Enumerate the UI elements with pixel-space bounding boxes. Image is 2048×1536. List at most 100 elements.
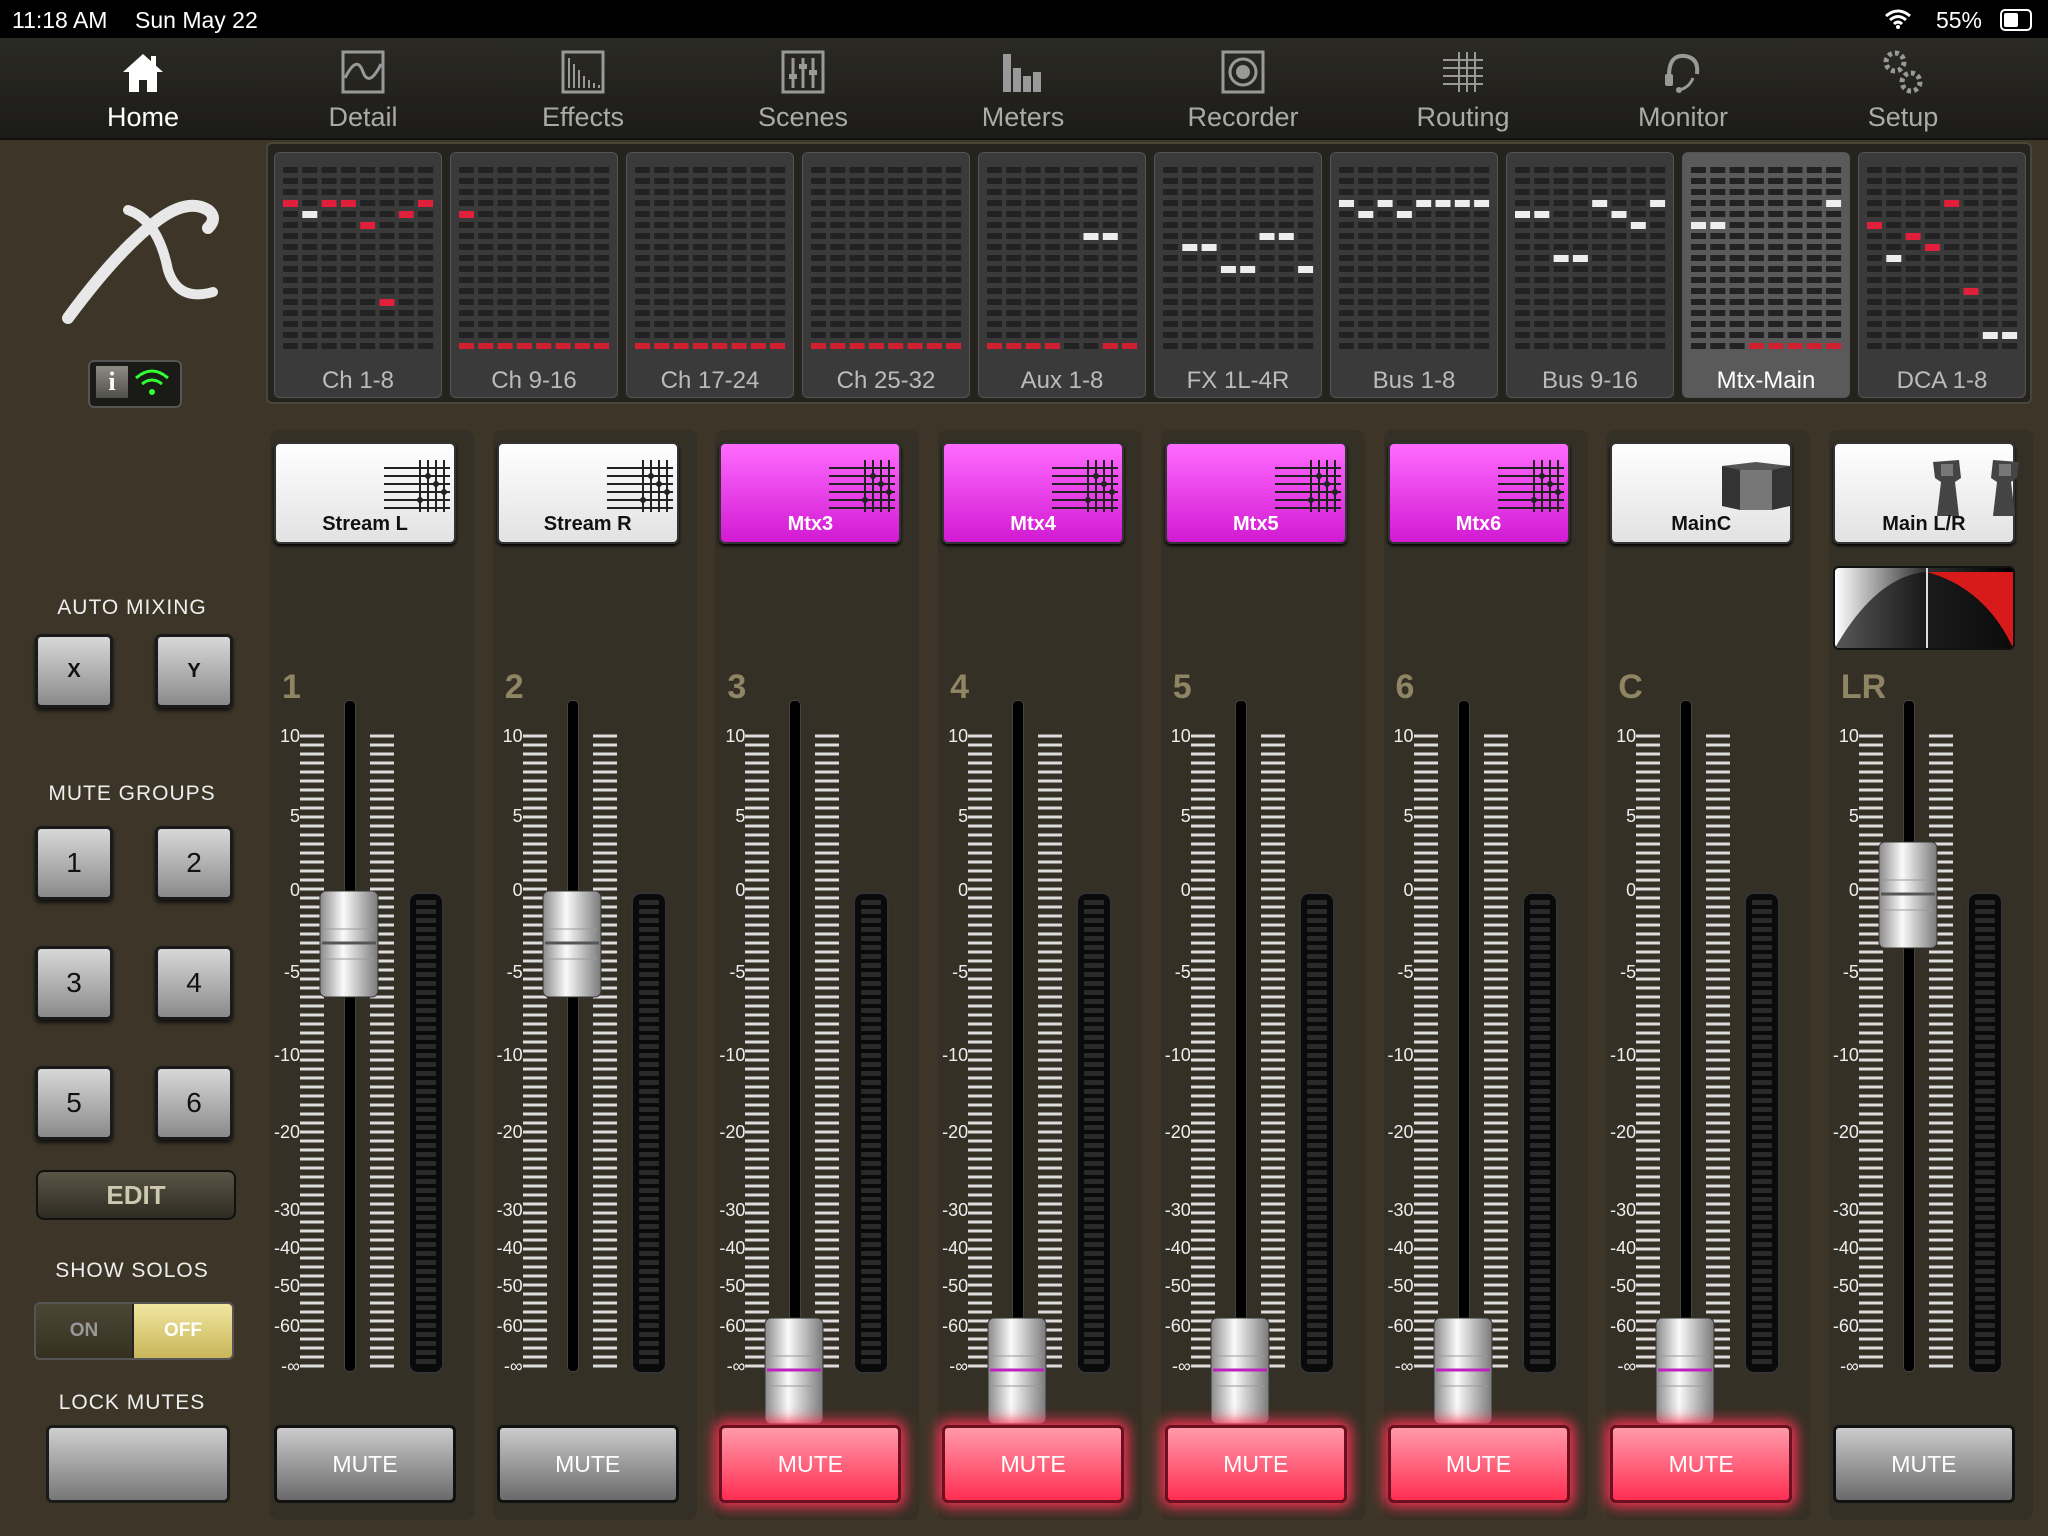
tab-effects[interactable]: Effects [483,38,683,138]
tab-detail[interactable]: Detail [263,38,463,138]
bank-mtx-main[interactable]: Mtx-Main [1682,152,1850,398]
scale-label: -50 [1164,1276,1191,1296]
fader-knob[interactable] [1654,1316,1716,1426]
bank-dca-1-8[interactable]: DCA 1-8 [1858,152,2026,398]
mute-button[interactable]: MUTE [942,1425,1125,1503]
scale-label: 0 [289,880,300,900]
tab-meters[interactable]: Meters [923,38,1123,138]
scale-label: -30 [1164,1200,1191,1220]
level-meter [853,892,890,1374]
meter-segments [416,900,436,1364]
mute-group-5-button[interactable]: 5 [35,1066,113,1140]
channel-select-button[interactable]: Mtx5 [1164,442,1347,544]
scale-label: -50 [1610,1276,1637,1296]
meters-icon [1003,54,1041,92]
wifi-icon [1885,9,1911,29]
mute-group-1-button[interactable]: 1 [35,826,113,900]
show-solos-on[interactable]: ON [36,1304,132,1358]
mute-group-2-button[interactable]: 2 [155,826,233,900]
automix-x-button[interactable]: X [35,634,113,708]
tab-scenes[interactable]: Scenes [703,38,903,138]
channel-number: 2 [504,668,524,706]
channel-select-button[interactable]: Mtx4 [942,442,1125,544]
channel-strip-lr: Main L/R LR 10 5 0 -5 -10 -20 -30 -40 -50 -60 -∞ MUTE [1827,430,2037,1520]
channel-name: Mtx6 [1455,513,1502,535]
scale-label: 0 [1180,880,1191,900]
bank-ch-1-8[interactable]: Ch 1-8 [274,152,442,398]
wifi-status-icon [135,369,169,395]
tab-monitor[interactable]: Monitor [1583,38,1783,138]
mute-group-3-button[interactable]: 3 [35,946,113,1020]
scale-label: -50 [273,1276,300,1296]
bank-label: Bus 9-16 [1541,367,1639,394]
channel-select-button[interactable]: Stream L [274,442,456,544]
scale-label: 5 [289,806,300,826]
scale-label: -60 [496,1316,523,1336]
mute-group-6-button[interactable]: 6 [155,1066,233,1140]
fader-knob[interactable] [318,889,380,999]
fader-knob[interactable] [541,889,603,999]
automix-y-button[interactable]: Y [155,634,233,708]
channel-select-button[interactable]: Main L/R [1832,442,2019,544]
channel-select-button[interactable]: Mtx6 [1387,442,1570,544]
mute-button[interactable]: MUTE [1387,1425,1570,1503]
scale-label: -∞ [1171,1356,1191,1376]
scale-label: -50 [496,1276,523,1296]
scale-label: 5 [1403,806,1414,826]
bank-ch-25-32[interactable]: Ch 25-32 [802,152,970,398]
bank-ch-17-24[interactable]: Ch 17-24 [626,152,794,398]
scale-label: 0 [1626,880,1637,900]
fader-knob[interactable] [763,1316,825,1426]
fader-knob[interactable] [1877,840,1939,950]
bank-aux-1-8[interactable]: Aux 1-8 [978,152,1146,398]
channel-name: Main L/R [1882,513,1966,535]
level-meter [408,892,444,1374]
bank-bus-1-8[interactable]: Bus 1-8 [1330,152,1498,398]
mute-button[interactable]: MUTE [274,1425,456,1503]
scale-label: -10 [1832,1045,1859,1065]
show-solos-off[interactable]: OFF [134,1304,232,1358]
tab-recorder[interactable]: Recorder [1143,38,1343,138]
fader-knob[interactable] [1432,1316,1494,1426]
tab-setup[interactable]: Setup [1803,38,2003,138]
show-solos-toggle[interactable]: ON OFF [34,1302,234,1360]
scale-label: -20 [273,1122,300,1142]
mute-button[interactable]: MUTE [1832,1425,2015,1503]
tab-home[interactable]: Home [43,38,243,138]
scale-label: -10 [942,1045,969,1065]
bank-label: FX 1L-4R [1186,367,1290,394]
channel-select-button[interactable]: Mtx3 [719,442,902,544]
scale-label: -30 [942,1200,969,1220]
mute-button[interactable]: MUTE [496,1425,679,1503]
scale-label: -40 [1610,1238,1637,1258]
scale-label: 5 [1848,806,1859,826]
tab-routing[interactable]: Routing [1363,38,1563,138]
scale-label: 10 [725,726,746,746]
scale-label: -10 [1164,1045,1191,1065]
routing-grid-icon [606,460,673,512]
routing-icon [1443,52,1483,92]
bank-ch-9-16[interactable]: Ch 9-16 [450,152,618,398]
bank-fx-1l-4r[interactable]: FX 1L-4R [1154,152,1322,398]
mute-group-4-button[interactable]: 4 [155,946,233,1020]
channel-select-button[interactable]: Stream R [496,442,679,544]
meter-segments [1752,900,1773,1364]
scale-label: -40 [496,1238,523,1258]
bank-bus-9-16[interactable]: Bus 9-16 [1506,152,1674,398]
mute-button[interactable]: MUTE [1610,1425,1793,1503]
info-wifi-button[interactable]: i [88,360,182,408]
channel-number: 4 [950,668,970,706]
bank-meter-graphic [1691,167,1842,349]
channel-number: 6 [1395,668,1415,706]
pan-balance-control[interactable] [1832,566,2015,650]
channel-number: 5 [1172,668,1192,706]
fader-knob[interactable] [986,1316,1048,1426]
mute-button[interactable]: MUTE [1164,1425,1347,1503]
fader-knob[interactable] [1209,1316,1271,1426]
channel-name: MainC [1671,513,1732,535]
channel-select-button[interactable]: MainC [1610,442,1793,544]
scale-label: -∞ [503,1356,523,1376]
mute-button[interactable]: MUTE [719,1425,902,1503]
lock-mutes-button[interactable] [46,1425,230,1503]
mute-groups-edit-button[interactable]: EDIT [36,1170,236,1220]
